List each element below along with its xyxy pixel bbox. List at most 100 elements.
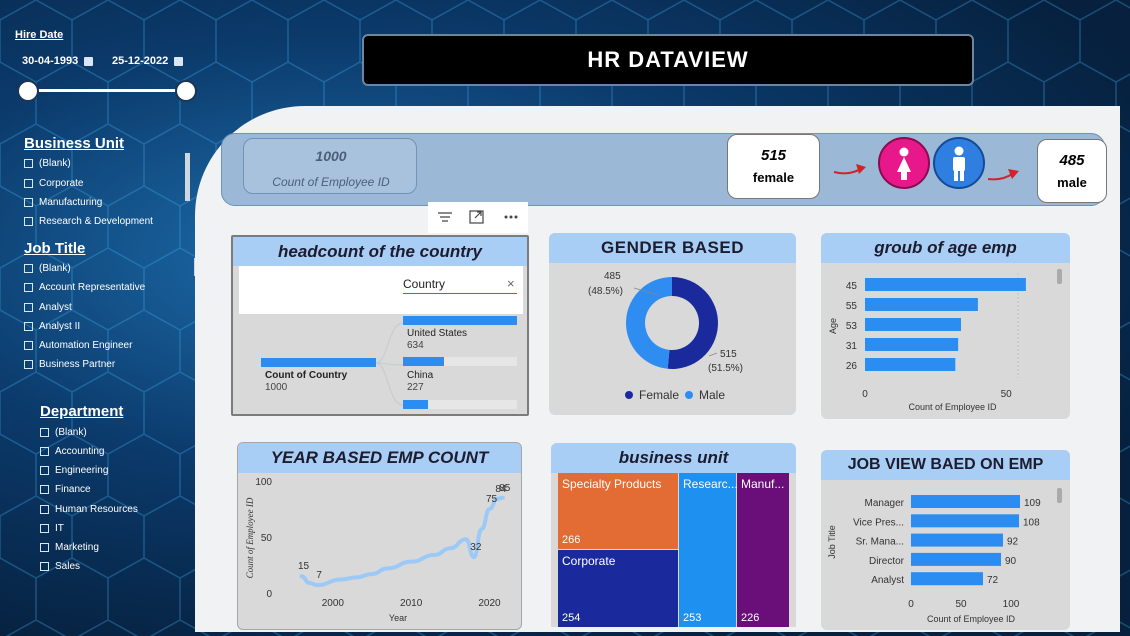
checkbox[interactable] (24, 303, 33, 312)
more-options-icon[interactable] (500, 207, 522, 227)
legend-female-swatch (625, 391, 633, 399)
department-option[interactable]: (Blank) (40, 427, 87, 438)
female-count-label: female (752, 170, 795, 185)
business-unit-option[interactable]: Manufacturing (24, 197, 102, 208)
data-label: 15 (298, 561, 310, 572)
job-title-option[interactable]: Analyst II (24, 321, 80, 332)
calendar-icon[interactable] (174, 56, 184, 66)
hire-date-end[interactable]: 25-12-2022 (112, 55, 184, 67)
checkbox[interactable] (40, 485, 49, 494)
job-title-option[interactable]: (Blank) (24, 263, 71, 274)
checkbox[interactable] (24, 322, 33, 331)
department-option[interactable]: Sales (40, 561, 80, 572)
checkbox[interactable] (24, 159, 33, 168)
arrow-right-icon (833, 164, 866, 175)
checkbox[interactable] (40, 428, 49, 437)
male-count-card: 485 male (1037, 139, 1107, 203)
x-tick-label: 0 (908, 599, 914, 610)
headcount-country-card[interactable]: headcount of the country Country × Count… (231, 235, 529, 416)
hire-date-label: Hire Date (15, 29, 64, 41)
x-tick-label: 50 (955, 599, 967, 610)
x-tick-label: 2000 (322, 598, 345, 609)
data-label: 84 (495, 484, 507, 495)
employee-count-label: Count of Employee ID (272, 175, 390, 189)
visual-header-toolbar (428, 202, 528, 233)
job-title-option[interactable]: Business Partner (24, 359, 115, 370)
age-chart-scrollbar[interactable] (1057, 269, 1062, 284)
business-unit-option[interactable]: Research & Development (24, 216, 153, 227)
gender-card[interactable]: GENDER BASED 485 (48.5%) 515 (51.5%) Fem… (549, 233, 796, 415)
y-axis-title: Age (828, 318, 838, 334)
job-title-option[interactable]: Automation Engineer (24, 340, 132, 351)
job-title-option[interactable]: Analyst (24, 302, 72, 313)
tile-label: Researc... (683, 477, 738, 491)
root-bar[interactable] (261, 358, 376, 367)
node-bar-united-states[interactable] (403, 316, 517, 325)
gender-label-male-pct: (48.5%) (588, 286, 624, 297)
bar (865, 278, 1026, 291)
checkbox[interactable] (40, 524, 49, 533)
department-option[interactable]: IT (40, 523, 64, 534)
checkbox[interactable] (40, 562, 49, 571)
x-axis-title: Count of Employee ID (927, 614, 1016, 624)
checkbox[interactable] (24, 264, 33, 273)
y-tick-label: 100 (255, 477, 272, 488)
bar (865, 338, 959, 351)
employee-count-card: 1000 Count of Employee ID (243, 138, 417, 194)
filter-icon[interactable] (434, 207, 456, 227)
business-unit-card[interactable]: business unit Specialty Products 266 Corpo… (551, 443, 796, 627)
treemap-tile (737, 473, 789, 627)
checkbox[interactable] (40, 543, 49, 552)
job-title-option[interactable]: Account Representative (24, 282, 145, 293)
male-count-value: 485 (1059, 152, 1085, 169)
data-label: 32 (470, 542, 482, 553)
category-label: Analyst (871, 575, 904, 586)
checkbox[interactable] (40, 447, 49, 456)
node-label-china: China (407, 370, 434, 381)
checkbox[interactable] (24, 283, 33, 292)
department-option[interactable]: Marketing (40, 542, 99, 553)
category-label: 55 (846, 301, 858, 312)
business-unit-option[interactable]: Corporate (24, 178, 83, 189)
year-emp-card[interactable]: YEAR BASED EMP COUNT 0 50 100 2000 2010 2020 Y… (237, 442, 522, 630)
focus-mode-icon[interactable] (466, 207, 488, 227)
bar (911, 552, 1001, 566)
calendar-icon[interactable] (84, 56, 94, 66)
category-label: Vice Pres... (853, 517, 904, 528)
x-tick-label: 50 (1001, 389, 1013, 400)
age-group-card[interactable]: groub of age emp 45 55 53 31 26 0 50 Count of E… (821, 233, 1070, 419)
x-axis-title: Count of Employee ID (908, 402, 997, 412)
department-option[interactable]: Human Resources (40, 504, 138, 515)
root-label: Count of Country (265, 370, 348, 381)
category-label: 45 (846, 281, 858, 292)
date-range-end-handle[interactable] (175, 80, 197, 102)
node-bar-partial[interactable] (403, 400, 428, 409)
node-label-united-states: United States (407, 328, 468, 339)
checkbox[interactable] (40, 505, 49, 514)
job-chart-scrollbar[interactable] (1057, 488, 1062, 503)
checkbox[interactable] (40, 466, 49, 475)
date-range-start-handle[interactable] (17, 80, 39, 102)
department-slicer-title: Department (40, 403, 124, 420)
checkbox[interactable] (24, 179, 33, 188)
job-view-card[interactable]: JOB VIEW BAED ON EMP Manager 109 Vice Pres… (821, 450, 1070, 630)
checkbox[interactable] (24, 217, 33, 226)
checkbox[interactable] (24, 360, 33, 369)
department-option[interactable]: Finance (40, 484, 91, 495)
hire-date-start[interactable]: 30-04-1993 (22, 55, 94, 67)
checkbox[interactable] (24, 341, 33, 350)
data-label: 108 (1023, 517, 1040, 528)
business-unit-option[interactable]: (Blank) (24, 158, 71, 169)
node-value-china: 227 (407, 382, 424, 393)
data-label: 7 (316, 570, 322, 581)
department-option[interactable]: Accounting (40, 446, 104, 457)
node-bar-china[interactable] (403, 357, 444, 366)
department-option[interactable]: Engineering (40, 465, 108, 476)
checkbox[interactable] (24, 198, 33, 207)
business-unit-scrollbar[interactable] (185, 153, 190, 201)
legend-female-label: Female (639, 388, 680, 402)
age-bar-chart: 45 55 53 31 26 0 50 Count of Employee ID Age (828, 273, 1026, 412)
employee-count-value: 1000 (315, 148, 347, 164)
x-tick-label: 100 (1003, 599, 1020, 610)
data-label: 109 (1024, 498, 1041, 509)
